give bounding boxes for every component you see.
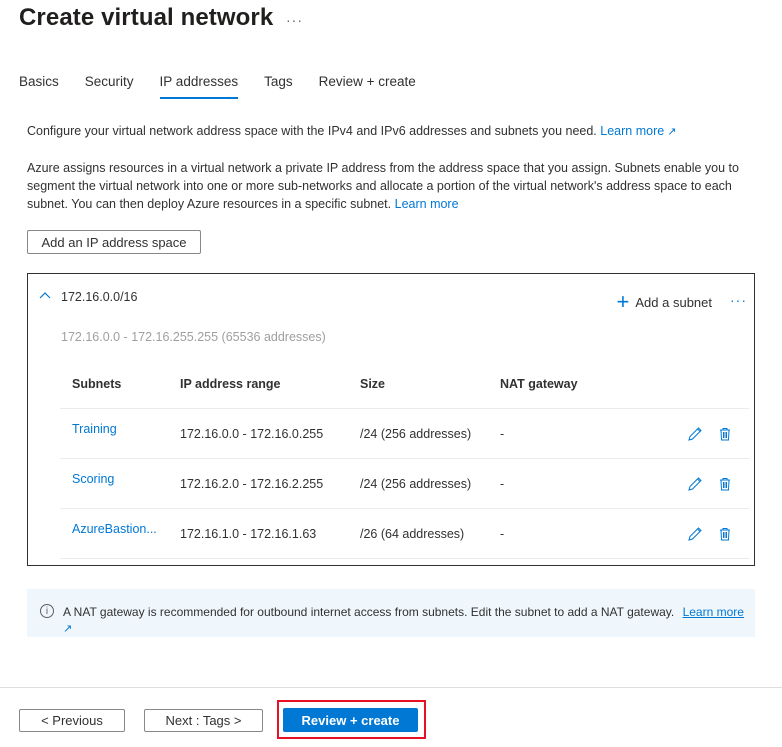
description-text: Azure assigns resources in a virtual net… bbox=[27, 159, 767, 213]
previous-button[interactable]: < Previous bbox=[19, 709, 125, 732]
description-learn-more-link[interactable]: Learn more bbox=[395, 197, 459, 211]
subnet-name-link[interactable]: Scoring bbox=[72, 472, 114, 486]
page-title: Create virtual network bbox=[19, 4, 274, 31]
column-header-nat-gateway: NAT gateway bbox=[488, 360, 647, 409]
add-ip-address-space-button[interactable]: Add an IP address space bbox=[27, 230, 201, 254]
subnet-size: /24 (256 addresses) bbox=[348, 458, 488, 509]
tab-tags[interactable]: Tags bbox=[264, 74, 293, 98]
edit-pencil-icon[interactable] bbox=[687, 476, 703, 492]
edit-pencil-icon[interactable] bbox=[687, 526, 703, 542]
address-space-cidr: 172.16.0.0/16 bbox=[61, 290, 138, 304]
panel-more-icon[interactable]: ··· bbox=[730, 292, 747, 308]
subnet-range: 172.16.2.0 - 172.16.2.255 bbox=[168, 458, 348, 509]
more-options-icon[interactable]: ··· bbox=[286, 12, 303, 28]
column-header-size: Size bbox=[348, 360, 488, 409]
subnet-nat: - bbox=[488, 508, 647, 559]
intro-text-body: Configure your virtual network address s… bbox=[27, 124, 597, 138]
address-space-range: 172.16.0.0 - 172.16.255.255 (65536 addre… bbox=[61, 330, 326, 344]
subnet-range: 172.16.1.0 - 172.16.1.63 bbox=[168, 508, 348, 559]
tab-review-create[interactable]: Review + create bbox=[319, 74, 416, 98]
table-header-row: Subnets IP address range Size NAT gatewa… bbox=[60, 360, 749, 409]
column-header-actions bbox=[647, 360, 749, 409]
intro-text: Configure your virtual network address s… bbox=[27, 122, 676, 141]
chevron-up-icon[interactable] bbox=[39, 288, 51, 302]
table-row: AzureBastion... 172.16.1.0 - 172.16.1.63… bbox=[60, 508, 749, 559]
subnet-nat: - bbox=[488, 458, 647, 509]
column-header-subnets: Subnets bbox=[60, 360, 168, 409]
tab-ip-addresses[interactable]: IP addresses bbox=[159, 74, 238, 99]
external-link-icon: ↗ bbox=[63, 623, 73, 635]
address-space-panel: 172.16.0.0/16 172.16.0.0 - 172.16.255.25… bbox=[27, 273, 755, 566]
review-create-button[interactable]: Review + create bbox=[283, 708, 418, 732]
description-body: Azure assigns resources in a virtual net… bbox=[27, 161, 739, 211]
tab-security[interactable]: Security bbox=[85, 74, 134, 98]
subnet-name-link[interactable]: Training bbox=[72, 422, 117, 436]
nat-info-banner: i A NAT gateway is recommended for outbo… bbox=[27, 589, 755, 637]
delete-trash-icon[interactable] bbox=[717, 476, 733, 492]
table-row: Training 172.16.0.0 - 172.16.0.255 /24 (… bbox=[60, 408, 749, 459]
info-icon: i bbox=[40, 604, 54, 618]
delete-trash-icon[interactable] bbox=[717, 526, 733, 542]
external-link-icon: ↗ bbox=[667, 126, 677, 138]
subnet-nat: - bbox=[488, 408, 647, 459]
add-subnet-button[interactable]: + Add a subnet bbox=[616, 289, 712, 314]
tab-bar: Basics Security IP addresses Tags Review… bbox=[19, 74, 442, 99]
subnet-range: 172.16.0.0 - 172.16.0.255 bbox=[168, 408, 348, 459]
info-learn-more-link[interactable]: Learn more bbox=[683, 605, 744, 619]
plus-icon: + bbox=[616, 289, 630, 314]
subnet-size: /26 (64 addresses) bbox=[348, 508, 488, 559]
subnets-table: Subnets IP address range Size NAT gatewa… bbox=[60, 360, 749, 559]
add-subnet-label: Add a subnet bbox=[635, 294, 712, 310]
tab-basics[interactable]: Basics bbox=[19, 74, 59, 98]
learn-more-label: Learn more bbox=[600, 124, 665, 138]
column-header-ip-range: IP address range bbox=[168, 360, 348, 409]
next-tags-button[interactable]: Next : Tags > bbox=[144, 709, 263, 732]
table-row: Scoring 172.16.2.0 - 172.16.2.255 /24 (2… bbox=[60, 458, 749, 509]
edit-pencil-icon[interactable] bbox=[687, 426, 703, 442]
info-banner-text: A NAT gateway is recommended for outboun… bbox=[63, 604, 753, 637]
delete-trash-icon[interactable] bbox=[717, 426, 733, 442]
learn-more-link[interactable]: Learn more ↗ bbox=[600, 124, 676, 138]
subnet-name-link[interactable]: AzureBastion... bbox=[72, 522, 157, 536]
footer-divider bbox=[0, 687, 782, 688]
info-banner-body: A NAT gateway is recommended for outboun… bbox=[63, 605, 675, 619]
subnet-size: /24 (256 addresses) bbox=[348, 408, 488, 459]
